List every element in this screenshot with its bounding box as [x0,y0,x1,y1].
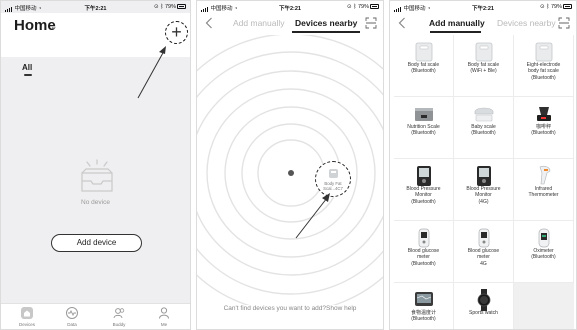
device-type-label: Blood glucose meter 4G [467,248,500,267]
pulse-icon [66,307,78,319]
device-type-item[interactable]: Blood glucose meter (Bluetooth) [394,221,454,283]
scale-icon [475,42,493,62]
battery-percent: 79% [357,4,369,10]
device-type-label: Eight-electrode body fat scale (Bluetoot… [526,62,561,81]
battery-icon [563,4,572,10]
tab-label: Buddy [112,322,126,327]
home-screen: 中国移动 ◔ 下午2:21 ⊙ ᛒ 79% Home ⌄ + All No de… [0,0,191,330]
person-icon [159,307,169,319]
device-type-label: Nutrition Scale (Bluetooth) [407,124,440,137]
bottom-tab-bar: Devices Data Buddy Me [1,303,190,329]
scan-icon[interactable] [365,17,377,29]
tab-devices-nearby[interactable]: Devices nearby [295,18,357,28]
tab-label: Me [160,322,168,327]
help-text[interactable]: Can't find devices you want to add?Show … [197,305,383,312]
chevron-down-icon[interactable]: ⌄ [50,21,58,32]
device-type-item[interactable]: Blood Pressure Monitor (Bluetooth) [394,159,454,221]
food-thermometer-icon [415,292,433,306]
device-type-label: Infrared Thermometer [528,186,559,199]
tab-add-manually[interactable]: Add manually [233,18,285,28]
baby-scale-icon [474,107,494,122]
empty-grid-cell [514,283,574,329]
nutrition-scale-icon [415,108,433,121]
tab-all[interactable]: All [22,63,32,72]
glucose-meter-icon [478,228,490,248]
tab-devices[interactable]: Devices [8,306,46,327]
back-icon[interactable] [398,17,406,29]
scan-icon[interactable] [558,17,570,29]
device-type-item[interactable]: Nutrition Scale (Bluetooth) [394,97,454,159]
scale-icon [329,169,338,178]
device-type-item[interactable]: 咖啡秤 (Bluetooth) [514,97,574,159]
device-type-item[interactable]: Body fat scale (Bluetooth) [394,35,454,97]
tab-add-manually[interactable]: Add manually [429,18,485,28]
alarm-icon: ⊙ [540,4,545,10]
status-bar: 中国移动 ◔ 下午2:21 ⊙ ᛒ 79% [197,1,383,13]
device-type-item[interactable]: Blood Pressure Monitor (4G) [454,159,514,221]
tab-me[interactable]: Me [145,306,183,327]
device-type-item[interactable]: Oximeter (Bluetooth) [514,221,574,283]
device-type-label: Baby scale (Bluetooth) [471,124,496,137]
device-type-item[interactable]: Blood glucose meter 4G [454,221,514,283]
found-device-label: Body Fat Scal...4C7 [323,181,343,191]
radar-center-dot [288,170,294,176]
device-type-label: 食物温度计 (Bluetooth) [410,310,436,323]
tab-data[interactable]: Data [53,306,91,327]
tab-indicator [24,74,32,76]
glucose-meter-icon [418,228,430,248]
device-type-label: Blood glucose meter (Bluetooth) [407,248,440,267]
bluetooth-icon: ᛒ [160,4,164,10]
battery-icon [177,4,186,10]
add-manually-screen: 中国移动 ◔ 下午2:21 ⊙ ᛒ 79% Add manually Devic… [389,0,577,330]
device-type-label: 咖啡秤 (Bluetooth) [531,124,556,137]
alarm-icon: ⊙ [347,4,352,10]
house-icon [21,307,33,319]
bluetooth-icon: ᛒ [546,4,550,10]
oximeter-icon [538,228,550,248]
alarm-icon: ⊙ [154,4,159,10]
people-icon [113,308,125,319]
device-type-item[interactable]: Sports watch [454,283,514,329]
tab-label: Devices [18,322,35,327]
device-type-label: Body fat scale (WiFi + Ble) [467,62,500,75]
blood-pressure-icon [477,166,491,186]
add-device-button[interactable]: Add device [51,234,142,252]
scale-icon [535,42,553,62]
bluetooth-icon: ᛒ [353,4,357,10]
radar-scanner [197,35,383,305]
status-bar: 中国移动 ◔ 下午2:21 ⊙ ᛒ 79% [390,1,576,13]
found-device[interactable]: Body Fat Scal...4C7 [315,161,351,197]
thermometer-icon [539,165,551,185]
coffee-scale-icon [537,107,551,121]
device-type-item[interactable]: 食物温度计 (Bluetooth) [394,283,454,329]
device-type-label: Blood Pressure Monitor (Bluetooth) [406,186,441,205]
battery-percent: 79% [164,4,176,10]
blood-pressure-icon [417,166,431,186]
back-icon[interactable] [205,17,213,29]
tab-buddy[interactable]: Buddy [100,306,138,327]
tab-indicator [430,31,481,33]
empty-box-icon [81,159,113,192]
empty-state-text: No device [81,199,110,206]
tab-devices-nearby[interactable]: Devices nearby [497,18,556,28]
device-type-label: Sports watch [469,310,498,316]
watch-icon [477,289,491,311]
battery-icon [370,4,379,10]
add-icon[interactable]: + [165,21,188,44]
status-bar: 中国移动 ◔ 下午2:21 ⊙ ᛒ 79% [1,1,190,13]
device-type-item[interactable]: Infrared Thermometer [514,159,574,221]
tab-label: Data [67,322,77,327]
tab-indicator [292,31,360,33]
scale-icon [415,42,433,62]
device-type-label: Oximeter (Bluetooth) [531,248,556,261]
device-type-item[interactable]: Eight-electrode body fat scale (Bluetoot… [514,35,574,97]
device-type-item[interactable]: Baby scale (Bluetooth) [454,97,514,159]
device-type-item[interactable]: Body fat scale (WiFi + Ble) [454,35,514,97]
devices-nearby-screen: 中国移动 ◔ 下午2:21 ⊙ ᛒ 79% Add manually Devic… [196,0,384,330]
device-type-label: Body fat scale (Bluetooth) [407,62,440,75]
device-type-label: Blood Pressure Monitor (4G) [466,186,501,205]
battery-percent: 79% [550,4,562,10]
